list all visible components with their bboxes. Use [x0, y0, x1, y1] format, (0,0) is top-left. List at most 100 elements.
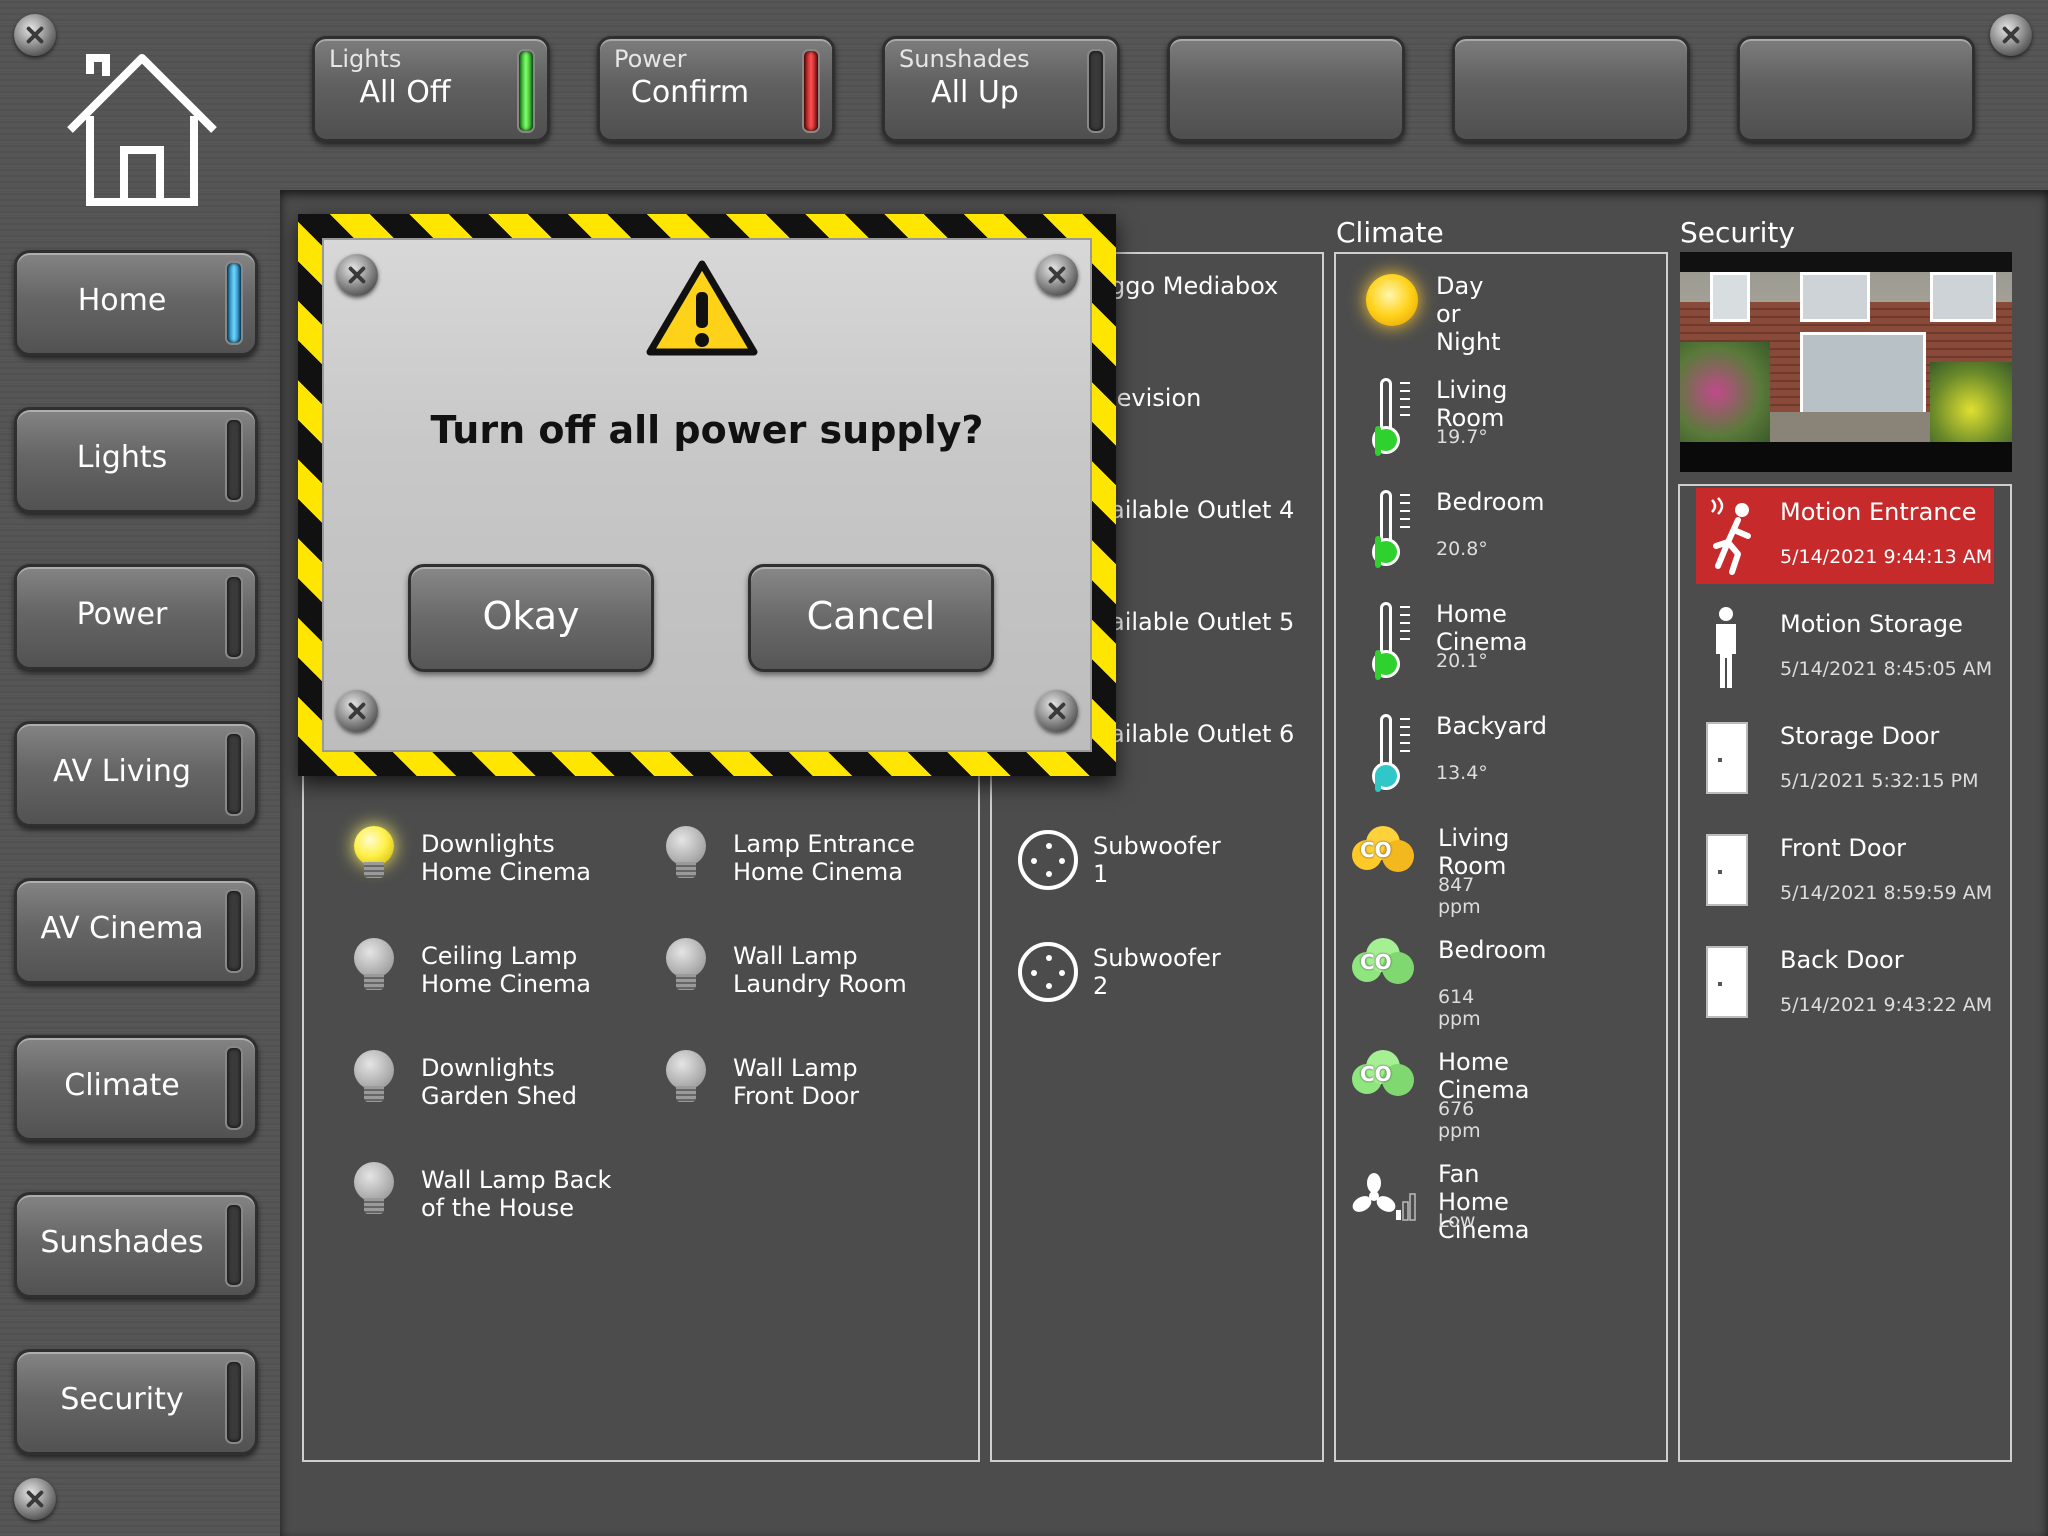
active-indicator — [225, 418, 243, 502]
screw-icon — [336, 690, 378, 732]
lightbulb-off-icon — [664, 938, 708, 994]
lightbulb-off-icon — [664, 1050, 708, 1106]
room-name: Backyard — [1436, 712, 1547, 740]
light-line2: Home Cinema — [421, 858, 591, 886]
thermometer-icon — [1372, 714, 1416, 794]
temperature-value: 19.7° — [1436, 426, 1488, 448]
power-item-label[interactable]: ailable Outlet 5 — [1110, 608, 1294, 636]
co2-glyph: CO — [1360, 1062, 1392, 1086]
active-indicator — [225, 261, 243, 345]
screw-icon — [1036, 690, 1078, 732]
lights-all-off-button[interactable]: Lights All Off — [312, 36, 550, 142]
event-time: 5/14/2021 8:45:05 AM — [1780, 658, 1993, 680]
light-line2: Home Cinema — [733, 858, 903, 886]
nav-label: Security — [60, 1382, 184, 1417]
light-label: Ceiling Lamp Home Cinema — [421, 942, 661, 998]
power-item-label[interactable]: ggo Mediabox — [1110, 272, 1278, 300]
security-event[interactable]: Back Door 5/14/2021 9:43:22 AM — [1696, 936, 1994, 1032]
security-event[interactable]: Front Door 5/14/2021 8:59:59 AM — [1696, 824, 1994, 920]
room-name: Bedroom — [1436, 488, 1545, 516]
power-item-label[interactable]: ailable Outlet 4 — [1110, 496, 1294, 524]
screw-icon — [14, 1478, 56, 1520]
nav-home-button[interactable]: Home — [14, 250, 258, 356]
light-label: Wall Lamp Laundry Room — [733, 942, 973, 998]
light-line2: Laundry Room — [733, 970, 907, 998]
nav-av-cinema-button[interactable]: AV Cinema — [14, 878, 258, 984]
room-name: Living Room — [1436, 376, 1508, 432]
light-line2: Front Door — [733, 1082, 860, 1110]
nav-power-button[interactable]: Power — [14, 564, 258, 670]
day-night-label: Day or Night — [1436, 272, 1501, 356]
person-standing-icon — [1710, 606, 1742, 690]
lightbulb-off-icon — [664, 826, 708, 882]
co2-value: 676 ppm — [1438, 1098, 1481, 1142]
nav-sunshades-button[interactable]: Sunshades — [14, 1192, 258, 1298]
lightbulb-off-icon — [352, 938, 396, 994]
cancel-button[interactable]: Cancel — [748, 564, 994, 672]
sun-icon — [1366, 274, 1418, 326]
screw-icon — [1990, 14, 2032, 56]
empty-shortcut-button[interactable] — [1167, 36, 1405, 142]
nav-label: Sunshades — [40, 1225, 204, 1260]
button-value: All Off — [359, 75, 451, 110]
thermometer-icon — [1372, 602, 1416, 682]
active-indicator — [225, 575, 243, 659]
light-line1: Wall Lamp Back — [421, 1166, 612, 1194]
climate-title: Climate — [1336, 216, 1444, 249]
empty-shortcut-button[interactable] — [1737, 36, 1975, 142]
thermometer-icon — [1372, 378, 1416, 458]
sunshades-all-up-button[interactable]: Sunshades All Up — [882, 36, 1120, 142]
nav-climate-button[interactable]: Climate — [14, 1035, 258, 1141]
temperature-value: 20.8° — [1436, 538, 1488, 560]
lightbulb-on-icon — [352, 826, 396, 882]
security-event-alert[interactable]: Motion Entrance 5/14/2021 9:44:13 AM — [1696, 488, 1994, 584]
power-item-label[interactable]: ailable Outlet 6 — [1110, 720, 1294, 748]
warning-icon — [646, 258, 758, 358]
light-line1: Lamp Entrance — [733, 830, 915, 858]
screw-icon — [14, 14, 56, 56]
event-name: Front Door — [1780, 834, 1907, 862]
door-icon — [1706, 722, 1748, 794]
status-indicator — [802, 49, 820, 133]
power-outlet-icon — [1018, 830, 1078, 890]
light-line2: Home Cinema — [421, 970, 591, 998]
room-name: Living Room — [1438, 824, 1510, 880]
light-line1: Wall Lamp — [733, 1054, 858, 1082]
nav-label: AV Living — [53, 754, 191, 789]
co2-value: 847 ppm — [1438, 874, 1481, 918]
light-line1: Ceiling Lamp — [421, 942, 578, 970]
power-confirm-button[interactable]: Power Confirm — [597, 36, 835, 142]
security-camera-feed[interactable] — [1680, 252, 2012, 472]
nav-security-button[interactable]: Security — [14, 1349, 258, 1455]
empty-shortcut-button[interactable] — [1452, 36, 1690, 142]
co2-glyph: CO — [1360, 950, 1392, 974]
thermometer-icon — [1372, 490, 1416, 570]
co2-yellow-icon: CO — [1352, 826, 1414, 876]
light-line2: of the House — [421, 1194, 574, 1222]
light-line1: Wall Lamp — [733, 942, 858, 970]
co2-green-icon: CO — [1352, 938, 1414, 988]
security-event[interactable]: Motion Storage 5/14/2021 8:45:05 AM — [1696, 600, 1994, 696]
power-item-label: Subwoofer 2 — [1093, 944, 1221, 1000]
power-item-label[interactable]: levision — [1110, 384, 1201, 412]
power-item-label: Subwoofer 1 — [1093, 832, 1221, 888]
okay-button[interactable]: Okay — [408, 564, 654, 672]
home-logo-icon[interactable] — [62, 50, 222, 210]
light-label: Wall Lamp Back of the House — [421, 1166, 661, 1222]
event-time: 5/14/2021 9:44:13 AM — [1780, 546, 1993, 568]
fan-icon — [1350, 1172, 1418, 1222]
light-line1: Downlights — [421, 830, 555, 858]
event-name: Back Door — [1780, 946, 1904, 974]
light-label: Downlights Home Cinema — [421, 830, 661, 886]
lightbulb-off-icon — [352, 1162, 396, 1218]
temperature-value: 13.4° — [1436, 762, 1488, 784]
active-indicator — [225, 1203, 243, 1287]
room-name: Bedroom — [1438, 936, 1547, 964]
door-icon — [1706, 946, 1748, 1018]
nav-av-living-button[interactable]: AV Living — [14, 721, 258, 827]
confirm-dialog: Turn off all power supply? Okay Cancel — [298, 214, 1116, 776]
event-time: 5/14/2021 8:59:59 AM — [1780, 882, 1993, 904]
security-event[interactable]: Storage Door 5/1/2021 5:32:15 PM — [1696, 712, 1994, 808]
nav-label: AV Cinema — [40, 911, 204, 946]
nav-lights-button[interactable]: Lights — [14, 407, 258, 513]
